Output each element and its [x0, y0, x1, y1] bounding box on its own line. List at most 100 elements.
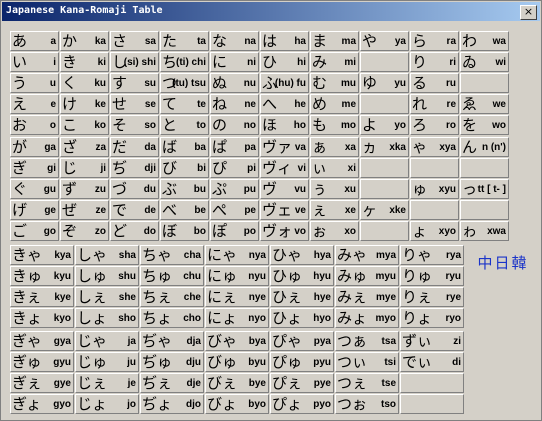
kana-cell[interactable]: ヴ vu [260, 179, 309, 199]
kana-cell[interactable]: ご go [10, 221, 59, 241]
kana-cell[interactable]: つぉ tso [335, 394, 399, 414]
kana-cell[interactable]: いi [10, 52, 59, 72]
kana-cell[interactable]: じゅ ju [75, 352, 139, 372]
kana-cell[interactable]: ちぇ che [140, 287, 204, 307]
kana-cell[interactable]: こ ko [60, 115, 109, 135]
kana-cell[interactable]: つ (tu) tsu [160, 73, 209, 93]
kana-cell[interactable]: ぴょ pyo [270, 394, 334, 414]
kana-cell[interactable]: り ri [410, 52, 459, 72]
kana-cell[interactable]: の no [210, 115, 259, 135]
kana-cell[interactable]: ぞ zo [60, 221, 109, 241]
kana-cell[interactable]: ぽ po [210, 221, 259, 241]
kana-cell[interactable]: じゃ ja [75, 331, 139, 351]
kana-cell[interactable]: ぢゅ dju [140, 352, 204, 372]
kana-cell[interactable]: りぇ rye [400, 287, 464, 307]
kana-cell[interactable]: っ tt [ t- ] [460, 179, 509, 199]
kana-cell[interactable]: な na [210, 31, 259, 51]
kana-cell[interactable]: しょ sho [75, 308, 139, 328]
kana-cell[interactable]: にゃ nya [205, 245, 269, 265]
kana-cell[interactable]: みょ myo [335, 308, 399, 328]
kana-cell[interactable]: ぎゃ gya [10, 331, 74, 351]
kana-cell[interactable]: りゃ rya [400, 245, 464, 265]
kana-cell[interactable]: にゅ nyu [205, 266, 269, 286]
kana-cell[interactable]: ぢゃ dja [140, 331, 204, 351]
kana-cell[interactable]: つぃ tsi [335, 352, 399, 372]
kana-cell[interactable]: びゃ bya [205, 331, 269, 351]
language-button[interactable]: 中日韓 [471, 252, 535, 274]
title-bar[interactable]: Japanese Kana-Romaji Table × [2, 2, 540, 21]
kana-cell[interactable]: ゐ wi [460, 52, 509, 72]
kana-cell[interactable]: は ha [260, 31, 309, 51]
kana-cell[interactable]: ゑ we [460, 94, 509, 114]
kana-cell[interactable]: ぴぇ pye [270, 373, 334, 393]
kana-cell[interactable]: る ru [410, 73, 459, 93]
close-button[interactable]: × [520, 5, 537, 20]
kana-cell[interactable]: ゆ yu [360, 73, 409, 93]
kana-cell[interactable]: ゅ xyu [410, 179, 459, 199]
kana-cell[interactable]: りゅ ryu [400, 266, 464, 286]
kana-cell[interactable]: ょ xyo [410, 221, 459, 241]
kana-cell[interactable]: りょ ryo [400, 308, 464, 328]
kana-cell[interactable]: て te [160, 94, 209, 114]
kana-cell[interactable]: た ta [160, 31, 209, 51]
kana-cell[interactable]: ど do [110, 221, 159, 241]
kana-cell[interactable]: えe [10, 94, 59, 114]
kana-cell[interactable]: ヶ xke [360, 200, 409, 220]
kana-cell[interactable]: きょ kyo [10, 308, 74, 328]
kana-cell[interactable]: つぁ tsa [335, 331, 399, 351]
kana-cell[interactable]: ぢぇ dje [140, 373, 204, 393]
kana-cell[interactable]: ヴァ va [260, 137, 309, 157]
kana-cell[interactable]: ぇ xe [310, 200, 359, 220]
kana-cell[interactable]: ひゅ hyu [270, 266, 334, 286]
kana-cell[interactable]: き ki [60, 52, 109, 72]
kana-cell[interactable]: みゃ mya [335, 245, 399, 265]
kana-cell[interactable]: ば ba [160, 137, 209, 157]
kana-cell[interactable]: み mi [310, 52, 359, 72]
kana-cell[interactable]: ぎょ gyo [10, 394, 74, 414]
kana-cell[interactable]: ぎ gi [10, 158, 59, 178]
kana-cell[interactable]: ぷ pu [210, 179, 259, 199]
kana-cell[interactable]: ヴェ ve [260, 200, 309, 220]
kana-cell[interactable]: しゅ shu [75, 266, 139, 286]
kana-cell[interactable]: か ka [60, 31, 109, 51]
kana-cell[interactable]: ず zu [60, 179, 109, 199]
kana-cell[interactable]: さ sa [110, 31, 159, 51]
kana-cell[interactable]: せ se [110, 94, 159, 114]
kana-cell[interactable]: に ni [210, 52, 259, 72]
kana-cell[interactable]: ちゃ cha [140, 245, 204, 265]
kana-cell[interactable]: ちゅ chu [140, 266, 204, 286]
kana-cell[interactable]: が ga [10, 137, 59, 157]
kana-cell[interactable]: ぱ pa [210, 137, 259, 157]
kana-cell[interactable]: ぜ ze [60, 200, 109, 220]
kana-cell[interactable]: あa [10, 31, 59, 51]
kana-cell[interactable]: きぇ kye [10, 287, 74, 307]
kana-cell[interactable]: づ du [110, 179, 159, 199]
kana-cell[interactable]: ちょ cho [140, 308, 204, 328]
kana-cell[interactable]: ふ (hu) fu [260, 73, 309, 93]
kana-cell[interactable]: ひ hi [260, 52, 309, 72]
kana-cell[interactable]: んn (n') [460, 137, 509, 157]
kana-cell[interactable]: け ke [60, 94, 109, 114]
kana-cell[interactable]: ぼ bo [160, 221, 209, 241]
kana-cell[interactable]: びぇ bye [205, 373, 269, 393]
kana-cell[interactable]: ぴ pi [210, 158, 259, 178]
kana-cell[interactable]: ま ma [310, 31, 359, 51]
kana-cell[interactable]: へ he [260, 94, 309, 114]
kana-cell[interactable]: ぢ dji [110, 158, 159, 178]
kana-cell[interactable]: びゅ byu [205, 352, 269, 372]
kana-cell[interactable]: ひょ hyo [270, 308, 334, 328]
kana-cell[interactable]: ヴィ vi [260, 158, 309, 178]
kana-cell[interactable]: ぎゅ gyu [10, 352, 74, 372]
kana-cell[interactable]: め me [310, 94, 359, 114]
kana-cell[interactable]: ら ra [410, 31, 459, 51]
kana-cell[interactable]: ぴゅ pyu [270, 352, 334, 372]
kana-cell[interactable]: にぇ nye [205, 287, 269, 307]
kana-cell[interactable]: きゅ kyu [10, 266, 74, 286]
kana-cell[interactable]: ゃ xya [410, 137, 459, 157]
kana-cell[interactable]: じぇ je [75, 373, 139, 393]
kana-cell[interactable]: ぁ xa [310, 137, 359, 157]
kana-cell[interactable]: し (si) shi [110, 52, 159, 72]
kana-cell[interactable]: みぇ mye [335, 287, 399, 307]
kana-cell[interactable]: や ya [360, 31, 409, 51]
kana-cell[interactable]: れ re [410, 94, 459, 114]
